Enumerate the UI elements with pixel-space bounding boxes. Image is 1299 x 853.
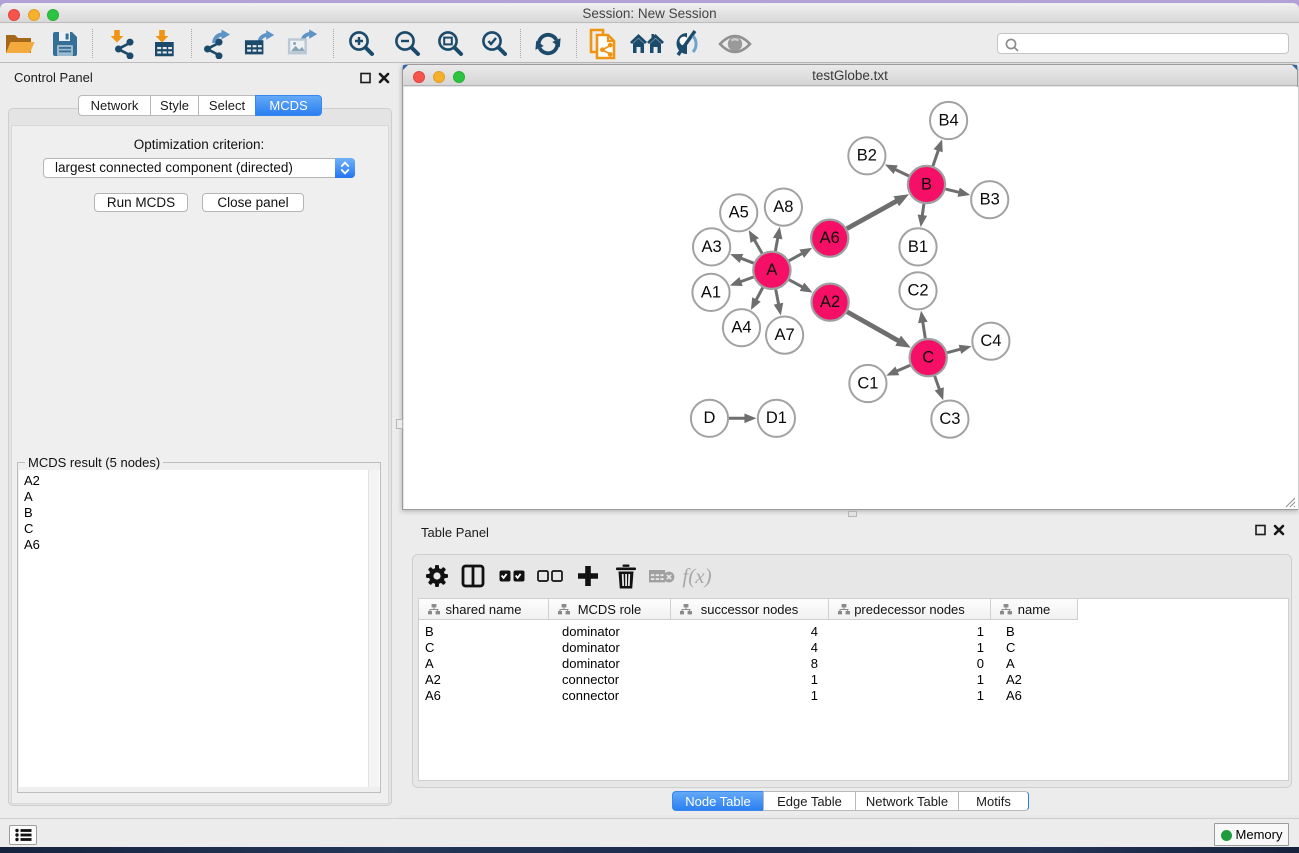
svg-text:C4: C4	[980, 332, 1001, 350]
svg-text:B2: B2	[857, 147, 877, 165]
svg-text:A8: A8	[773, 198, 793, 216]
svg-text:B1: B1	[908, 238, 928, 256]
svg-text:C3: C3	[939, 410, 960, 428]
svg-text:A3: A3	[702, 238, 722, 256]
svg-text:B3: B3	[980, 191, 1000, 209]
svg-text:A4: A4	[731, 319, 751, 337]
svg-text:B4: B4	[939, 111, 959, 129]
svg-text:D: D	[704, 409, 716, 427]
svg-text:A1: A1	[701, 283, 721, 301]
svg-text:A7: A7	[775, 326, 795, 344]
svg-text:A5: A5	[729, 204, 749, 222]
svg-text:A: A	[766, 261, 777, 279]
svg-text:C: C	[922, 348, 934, 366]
svg-text:C1: C1	[857, 374, 878, 392]
svg-text:B: B	[921, 175, 932, 193]
svg-text:A6: A6	[820, 229, 840, 247]
svg-text:A2: A2	[820, 293, 840, 311]
svg-text:D1: D1	[766, 409, 787, 427]
svg-text:C2: C2	[907, 282, 928, 300]
